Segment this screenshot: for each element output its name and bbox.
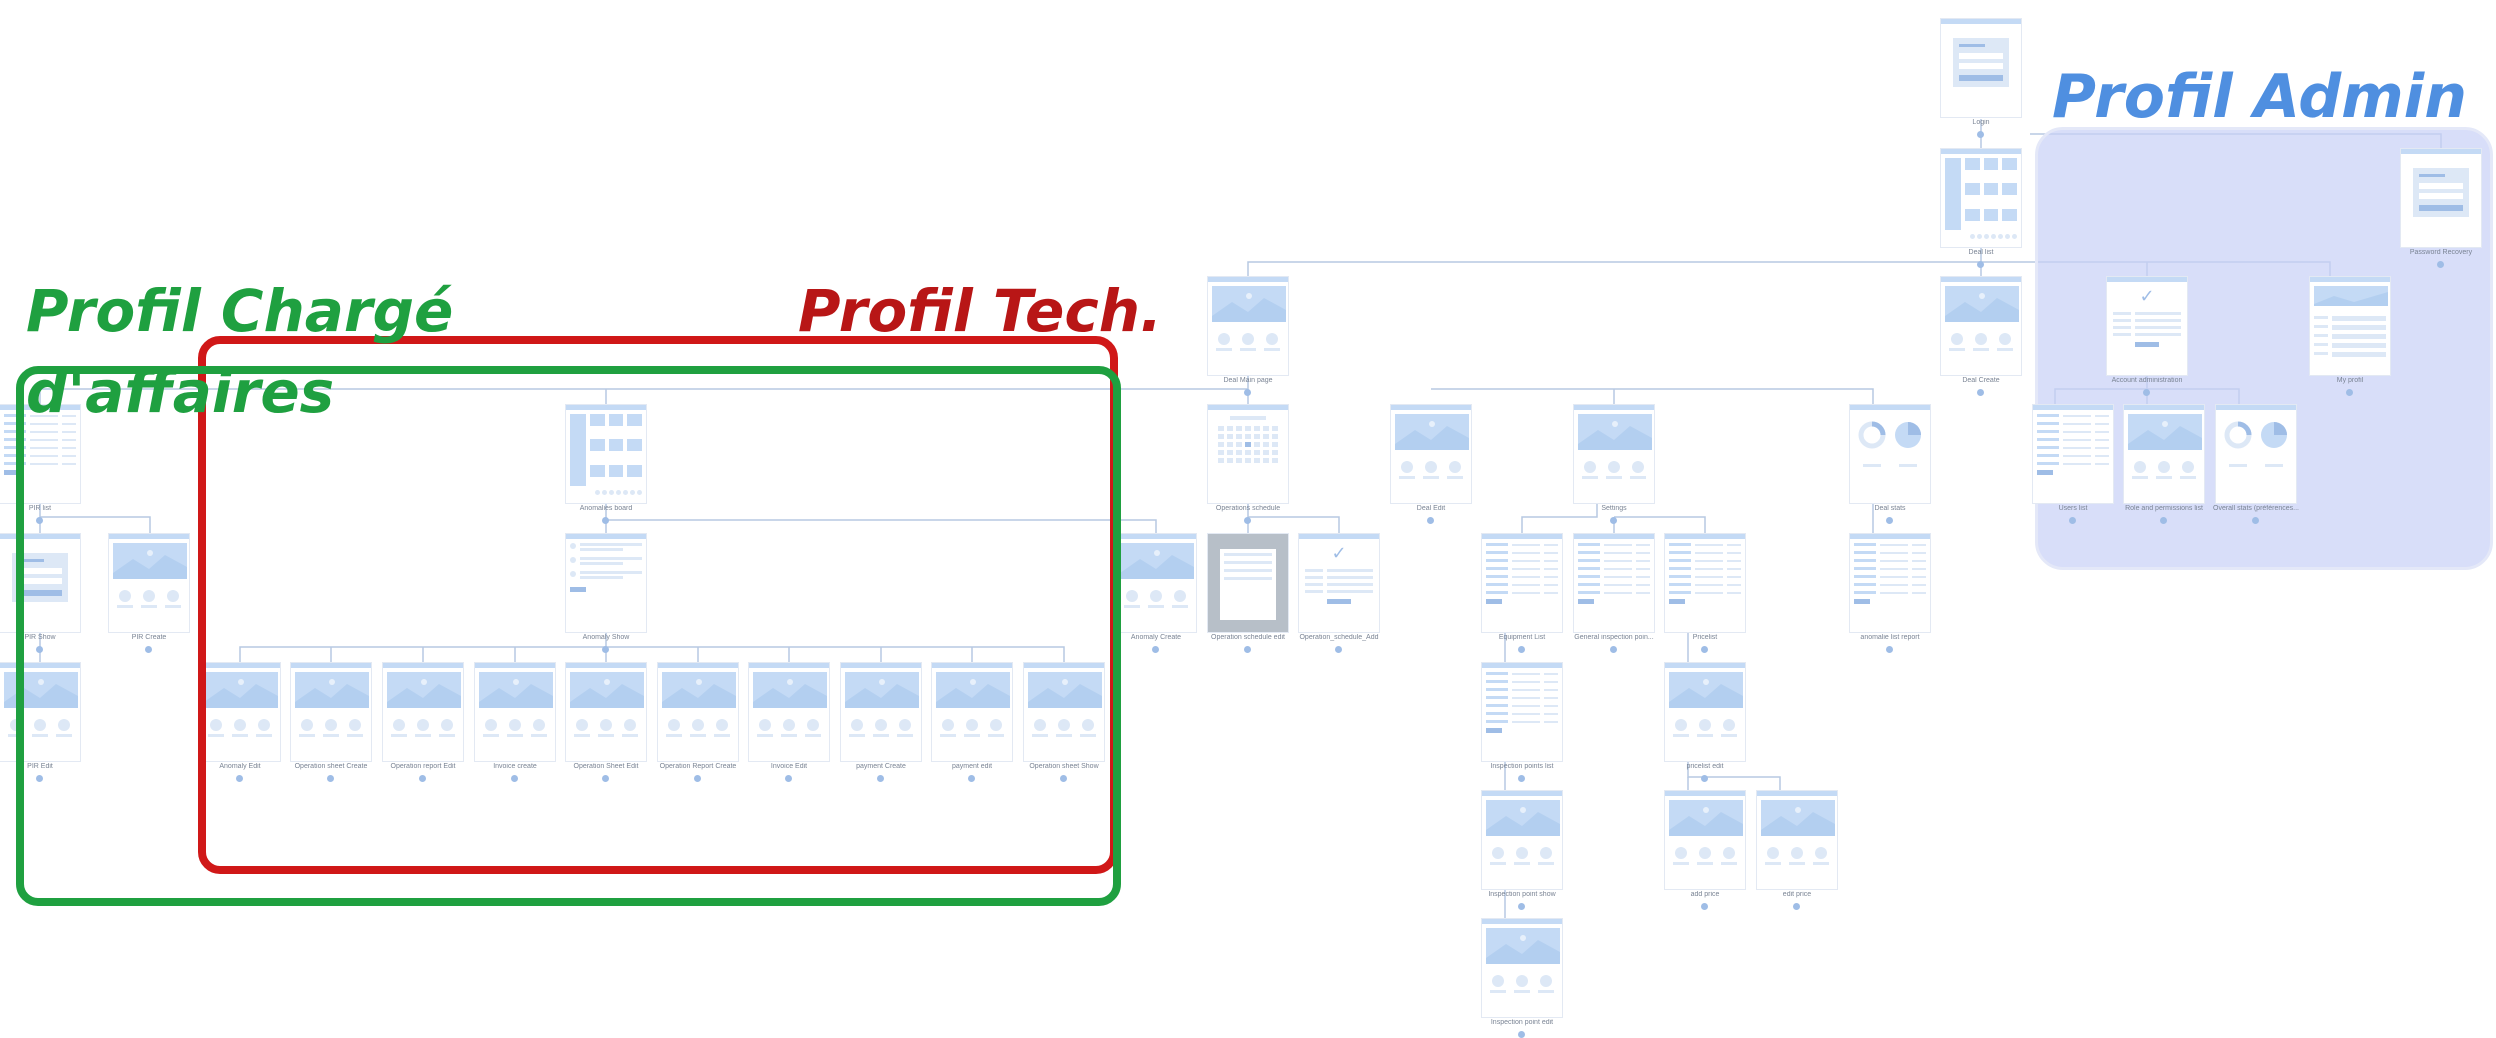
screen-label: Deal Main page [1223, 377, 1273, 384]
connector-dot [1793, 903, 1800, 910]
screen-label: pricelist edit [1686, 763, 1724, 770]
connector-dot [2069, 517, 2076, 524]
screen-thumbnail [1849, 404, 1931, 504]
connector-dot [1518, 646, 1525, 653]
connector-dot [1518, 775, 1525, 782]
profil-charge-title-line2: d'affaires [26, 358, 335, 426]
screen-label: Password Recovery [2409, 249, 2473, 256]
screen-thumbnail [1664, 790, 1746, 890]
screen-thumbnail [2309, 276, 2391, 376]
connector-dot [2143, 389, 2150, 396]
screen-label: Login [1972, 119, 1990, 126]
connector-dot [1335, 646, 1342, 653]
connector-dot [1244, 646, 1251, 653]
connector-dot [1244, 389, 1251, 396]
screen-label: Deal Create [1962, 377, 2000, 384]
connector-dot [2160, 517, 2167, 524]
sitemap-diagram: Login Deal list Password Recovery Deal Main… [0, 0, 2496, 1038]
screen-label: Operations schedule [1215, 505, 1281, 512]
screen-thumbnail [1664, 662, 1746, 762]
connector-dot [1977, 389, 1984, 396]
connector-dot [1701, 646, 1708, 653]
screen-thumbnail [2400, 148, 2482, 248]
screen-thumbnail [1207, 276, 1289, 376]
connector-dot [1427, 517, 1434, 524]
screen-thumbnail [1940, 18, 2022, 118]
screen-thumbnail [1940, 148, 2022, 248]
screen-thumbnail [1481, 533, 1563, 633]
screen-thumbnail [1849, 533, 1931, 633]
screen-label: Pricelist [1692, 634, 1718, 641]
screen-thumbnail [1573, 533, 1655, 633]
screen-label: anomalie list report [1860, 634, 1920, 641]
connector-dot [1518, 1031, 1525, 1038]
connector-dot [1518, 903, 1525, 910]
connector-dot [1152, 646, 1159, 653]
screen-label: Settings [1601, 505, 1627, 512]
screen-thumbnail [2032, 404, 2114, 504]
connector-dot [1244, 517, 1251, 524]
screen-thumbnail [1940, 276, 2022, 376]
screen-thumbnail [1573, 404, 1655, 504]
screen-label: Inspection point edit [1490, 1019, 1554, 1026]
profil-charge-frame [16, 366, 1121, 906]
profil-charge-title-line1: Profil Chargé [26, 277, 454, 345]
connector-dot [1977, 261, 1984, 268]
screen-label: Operation_schedule_Add [1299, 634, 1379, 641]
screen-thumbnail [1756, 790, 1838, 890]
screen-thumbnail [1207, 533, 1289, 633]
screen-label: Account administration [2111, 377, 2183, 384]
screen-thumbnail [1115, 533, 1197, 633]
screen-label: Inspection point show [1488, 891, 1556, 898]
screen-label: edit price [1782, 891, 1812, 898]
screen-label: Inspection points list [1490, 763, 1554, 770]
connector-dot [2252, 517, 2259, 524]
profil-admin-title: Profil Admin [2052, 62, 2467, 132]
screen-label: Deal stats [1874, 505, 1906, 512]
connector-dot [1977, 131, 1984, 138]
screen-label: My profil [2336, 377, 2364, 384]
connector-dot [1886, 646, 1893, 653]
profil-tech-title: Profil Tech. [798, 277, 1163, 345]
screen-thumbnail [2215, 404, 2297, 504]
screen-label: Deal list [1968, 249, 1994, 256]
screen-thumbnail: ✓ [2106, 276, 2188, 376]
screen-thumbnail [1207, 404, 1289, 504]
connector-dot [2346, 389, 2353, 396]
screen-label: Deal Edit [1416, 505, 1446, 512]
connector-dot [1886, 517, 1893, 524]
connector-dot [1610, 517, 1617, 524]
screen-thumbnail [1481, 918, 1563, 1018]
screen-label: Overall stats (préférences... [2213, 505, 2299, 512]
connector-dot [2437, 261, 2444, 268]
screen-thumbnail [1481, 662, 1563, 762]
connector-dot [1701, 903, 1708, 910]
connector-dot [1701, 775, 1708, 782]
screen-thumbnail [1664, 533, 1746, 633]
connector-dot [1610, 646, 1617, 653]
screen-thumbnail: ✓ [1298, 533, 1380, 633]
screen-thumbnail [1481, 790, 1563, 890]
screen-thumbnail [1390, 404, 1472, 504]
screen-thumbnail [2123, 404, 2205, 504]
